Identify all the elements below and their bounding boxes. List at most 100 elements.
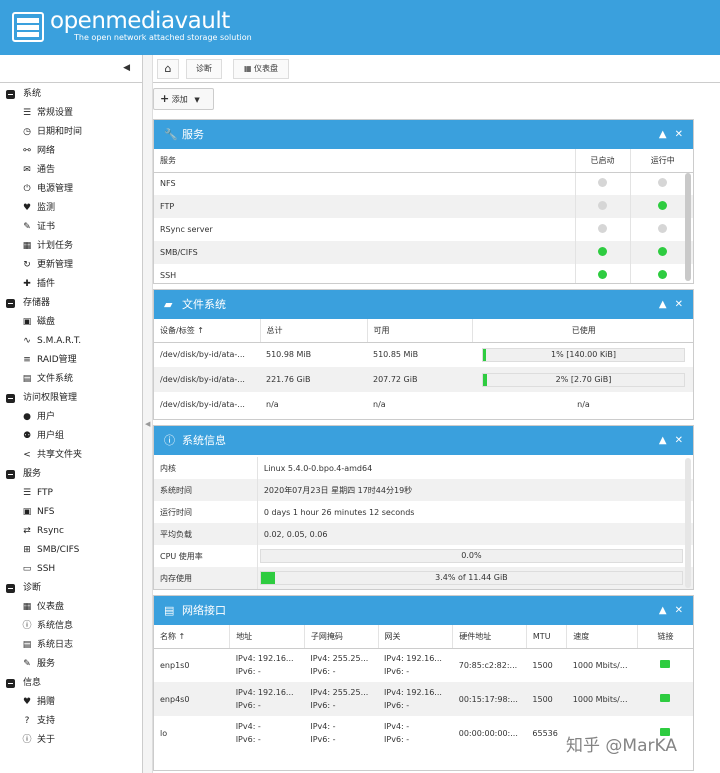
add-widget-button[interactable]: + 添加 ▼: [153, 88, 214, 110]
nav-group[interactable]: 访问权限管理: [0, 389, 142, 408]
nav-group[interactable]: 诊断: [0, 579, 142, 598]
table-row[interactable]: enp1s0 IPv4: 192.16... IPv6: - IPv4: 255.25…: [154, 648, 693, 682]
nav-group[interactable]: 信息: [0, 674, 142, 693]
table-row[interactable]: NFS: [154, 172, 693, 195]
nav-item[interactable]: ≡ RAID管理: [0, 351, 142, 370]
table-row[interactable]: /dev/disk/by-id/ata-... 510.98 MiB 510.85 …: [154, 342, 693, 367]
breadcrumb-diagnostics[interactable]: 诊断: [186, 59, 222, 79]
nav-item[interactable]: ⊞ SMB/CIFS: [0, 541, 142, 560]
link-status-icon: [660, 660, 671, 669]
nav-item[interactable]: ▭ SSH: [0, 560, 142, 579]
sidebar-splitter[interactable]: ◀: [143, 55, 153, 773]
usage-progress-text: 3.4% of 11.44 GiB: [435, 573, 508, 582]
nav-item[interactable]: ⏻ 电源管理: [0, 180, 142, 199]
iface-addr: IPv4: - IPv6: -: [230, 716, 305, 750]
collapse-icon[interactable]: ▲: [659, 129, 667, 140]
table-row[interactable]: /dev/disk/by-id/ata-... n/a n/a n/a: [154, 392, 693, 417]
iface-mask-ipv4: IPv4: 255.25...: [310, 654, 369, 664]
status-dot-icon: [658, 178, 668, 188]
col-header-netmask[interactable]: 子网掩码: [304, 625, 379, 649]
collapse-minus-icon[interactable]: [6, 470, 15, 479]
col-header-device[interactable]: 设备/标签 ↑: [154, 319, 261, 343]
col-header-speed[interactable]: 速度: [566, 625, 638, 649]
nav-item[interactable]: ✚ 插件: [0, 275, 142, 294]
nav-item[interactable]: ♥ 监测: [0, 199, 142, 218]
col-header-total[interactable]: 总计: [260, 319, 368, 343]
nav-item[interactable]: ✉ 通告: [0, 161, 142, 180]
col-header-service[interactable]: 服务: [154, 149, 576, 173]
nav-item[interactable]: ☰ 常规设置: [0, 104, 142, 123]
close-icon[interactable]: ✕: [675, 605, 683, 616]
collapse-minus-icon[interactable]: [6, 584, 15, 593]
close-icon[interactable]: ✕: [675, 299, 683, 310]
collapse-minus-icon[interactable]: [6, 90, 15, 99]
collapse-minus-icon[interactable]: [6, 679, 15, 688]
col-header-enabled[interactable]: 已启动: [575, 149, 631, 173]
nav-item[interactable]: ☰ FTP: [0, 484, 142, 503]
fs-used-cell: 2% [2.70 GiB]: [472, 367, 693, 392]
col-header-link[interactable]: 链接: [637, 625, 693, 649]
nav-item[interactable]: ▦ 仪表盘: [0, 598, 142, 617]
nav-item[interactable]: ▣ NFS: [0, 503, 142, 522]
table-row[interactable]: /dev/disk/by-id/ata-... 221.76 GiB 207.72 …: [154, 367, 693, 392]
nav-item[interactable]: ↻ 更新管理: [0, 256, 142, 275]
collapse-minus-icon[interactable]: [6, 299, 15, 308]
nav-item-label: 系统日志: [37, 640, 74, 650]
close-icon[interactable]: ✕: [675, 435, 683, 446]
nav-item[interactable]: ∿ S.M.A.R.T.: [0, 332, 142, 351]
services-scrollbar[interactable]: [685, 173, 691, 281]
breadcrumb-dashboard[interactable]: ▦ 仪表盘: [233, 59, 289, 79]
col-header-name[interactable]: 名称 ↑: [154, 625, 231, 649]
collapse-arrow-icon[interactable]: ◀: [123, 63, 130, 73]
table-row[interactable]: RSync server: [154, 218, 693, 241]
col-header-running[interactable]: 运行中: [630, 149, 693, 173]
splitter-arrow-icon[interactable]: ◀: [145, 420, 150, 428]
col-header-gateway[interactable]: 网关: [378, 625, 454, 649]
nav-item[interactable]: ⚉ 用户组: [0, 427, 142, 446]
col-header-address[interactable]: 地址: [229, 625, 305, 649]
col-header-hwaddr[interactable]: 硬件地址: [452, 625, 527, 649]
table-row[interactable]: enp4s0 IPv4: 192.16... IPv6: - IPv4: 255.25…: [154, 682, 693, 716]
home-button[interactable]: ⌂: [157, 59, 179, 79]
nav-item-icon: ▤: [22, 374, 32, 384]
table-row[interactable]: SSH: [154, 264, 693, 283]
nav-item-label: 电源管理: [37, 184, 74, 194]
nav-item[interactable]: < 共享文件夹: [0, 446, 142, 465]
collapse-icon[interactable]: ▲: [659, 299, 667, 310]
sysinfo-scrollbar[interactable]: [685, 458, 691, 588]
nav-item[interactable]: ⇄ Rsync: [0, 522, 142, 541]
table-row: 运行时间 0 days 1 hour 26 minutes 12 seconds: [154, 501, 693, 523]
nav-group[interactable]: 存储器: [0, 294, 142, 313]
nav-item[interactable]: ▤ 文件系统: [0, 370, 142, 389]
nav-item[interactable]: ⚯ 网络: [0, 142, 142, 161]
nav-item[interactable]: ? 支持: [0, 712, 142, 731]
nav-item-label: 证书: [37, 222, 56, 232]
close-icon[interactable]: ✕: [675, 129, 683, 140]
nav-group[interactable]: 系统: [0, 85, 142, 104]
nav-item[interactable]: ▤ 系统日志: [0, 636, 142, 655]
nav-group[interactable]: 服务: [0, 465, 142, 484]
nav-item[interactable]: ✎ 证书: [0, 218, 142, 237]
nav-item[interactable]: ♥ 捐赠: [0, 693, 142, 712]
nav-item-icon: ▦: [22, 602, 32, 612]
nav-item[interactable]: ◷ 日期和时间: [0, 123, 142, 142]
sysinfo-key: CPU 使用率: [154, 545, 258, 567]
col-header-used[interactable]: 已使用: [472, 319, 693, 343]
caret-down-icon: ▼: [194, 96, 200, 104]
usage-progress-text: 1% [140.00 KiB]: [551, 349, 616, 359]
collapse-minus-icon[interactable]: [6, 394, 15, 403]
col-header-mtu[interactable]: MTU: [526, 625, 568, 649]
table-row[interactable]: FTP: [154, 195, 693, 218]
col-header-available[interactable]: 可用: [367, 319, 473, 343]
nav-item[interactable]: ⓘ 系统信息: [0, 617, 142, 636]
filesystems-widget-header: ▰ 文件系统 ▲ ✕: [154, 290, 693, 319]
nav-item[interactable]: ● 用户: [0, 408, 142, 427]
nav-item[interactable]: ✎ 服务: [0, 655, 142, 674]
table-row[interactable]: SMB/CIFS: [154, 241, 693, 264]
nav-item[interactable]: ⓘ 关于: [0, 731, 142, 750]
nav-item[interactable]: ▦ 计划任务: [0, 237, 142, 256]
nav-item[interactable]: ▣ 磁盘: [0, 313, 142, 332]
collapse-icon[interactable]: ▲: [659, 435, 667, 446]
iface-addr-ipv4: IPv4: -: [235, 722, 261, 731]
collapse-icon[interactable]: ▲: [659, 605, 667, 616]
